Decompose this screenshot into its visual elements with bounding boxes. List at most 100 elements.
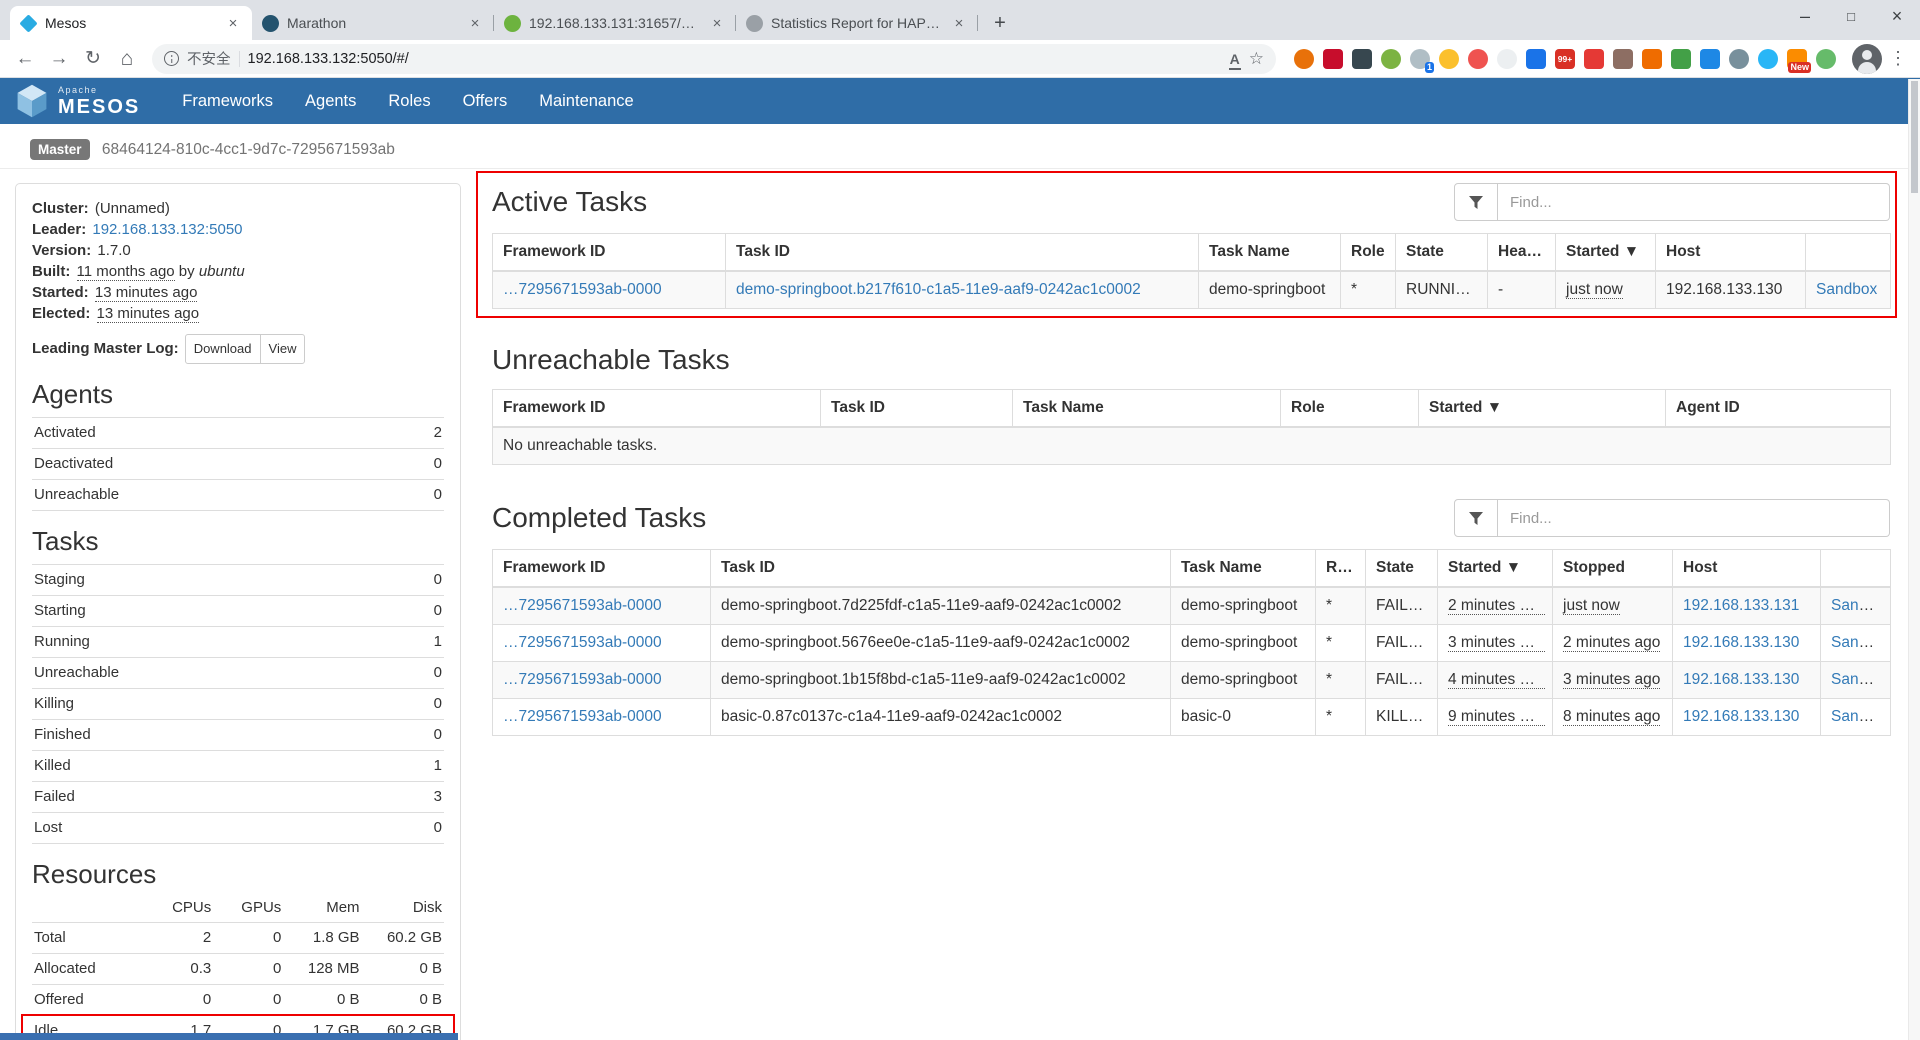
bookmark-star-icon[interactable]: [1249, 49, 1264, 69]
task-id-link[interactable]: demo-springboot.b217f610-c1a5-11e9-aaf9-…: [736, 281, 1141, 298]
nav-item-agents[interactable]: Agents: [289, 78, 372, 124]
column-header[interactable]: Role: [1281, 390, 1419, 428]
reload-button[interactable]: [78, 44, 108, 74]
extension-icon[interactable]: [1700, 49, 1720, 69]
nav-item-offers[interactable]: Offers: [447, 78, 524, 124]
adblock-plus-icon[interactable]: [1323, 49, 1343, 69]
extension-icon[interactable]: 1: [1410, 49, 1430, 69]
column-header[interactable]: Task ID: [726, 234, 1199, 272]
mesos-brand[interactable]: Apache MESOS: [14, 83, 140, 119]
column-header[interactable]: Task Name: [1171, 550, 1316, 588]
nav-item-roles[interactable]: Roles: [372, 78, 446, 124]
tab-close-icon[interactable]: [708, 14, 726, 32]
column-header-sorted[interactable]: Started ▼: [1419, 390, 1666, 428]
table-row: …7295671593ab-0000 demo-springboot.7d225…: [493, 587, 1891, 625]
browser-tab-hello[interactable]: 192.168.133.131:31657/hello: [494, 6, 736, 40]
extension-icon[interactable]: [1468, 49, 1488, 69]
framework-id-link[interactable]: …7295671593ab-0000: [503, 671, 662, 688]
host-link[interactable]: 192.168.133.130: [1683, 708, 1799, 725]
framework-id-link[interactable]: …7295671593ab-0000: [503, 281, 662, 298]
column-header[interactable]: Health: [1488, 234, 1556, 272]
framework-id-link[interactable]: …7295671593ab-0000: [503, 597, 662, 614]
site-info-icon[interactable]: [164, 51, 179, 66]
column-header[interactable]: Task ID: [711, 550, 1171, 588]
column-header-sorted[interactable]: Started ▼: [1438, 550, 1553, 588]
column-header[interactable]: Framework ID: [493, 234, 726, 272]
column-header[interactable]: Host: [1673, 550, 1821, 588]
window-close-button[interactable]: [1874, 0, 1920, 32]
log-view-button[interactable]: View: [260, 334, 306, 364]
translate-icon[interactable]: [1229, 51, 1241, 67]
filter-button[interactable]: [1454, 499, 1498, 537]
minimize-button[interactable]: [1782, 0, 1828, 32]
extension-icon[interactable]: [1497, 49, 1517, 69]
address-bar[interactable]: 不安全 192.168.133.132:5050/#/: [152, 44, 1276, 74]
browser-tab-mesos[interactable]: Mesos: [10, 6, 252, 40]
forward-button[interactable]: [44, 44, 74, 74]
extension-icon[interactable]: [1352, 49, 1372, 69]
home-button[interactable]: [112, 44, 142, 74]
extension-icon[interactable]: [1758, 49, 1778, 69]
table-row: Staging0: [32, 565, 444, 596]
host-link[interactable]: 192.168.133.131: [1683, 597, 1799, 614]
extension-icon[interactable]: [1439, 49, 1459, 69]
extension-icon[interactable]: 99+: [1555, 49, 1575, 69]
nav-item-maintenance[interactable]: Maintenance: [523, 78, 649, 124]
profile-avatar[interactable]: [1852, 44, 1882, 74]
framework-id-link[interactable]: …7295671593ab-0000: [503, 708, 662, 725]
column-header[interactable]: Agent ID: [1666, 390, 1891, 428]
scrollbar-thumb[interactable]: [1911, 81, 1918, 193]
find-input[interactable]: [1498, 183, 1890, 221]
browser-menu-icon[interactable]: [1886, 44, 1910, 74]
extension-icon[interactable]: [1642, 49, 1662, 69]
host-link[interactable]: 192.168.133.130: [1683, 634, 1799, 651]
column-header[interactable]: Role: [1341, 234, 1396, 272]
table-row: Starting0: [32, 596, 444, 627]
sandbox-link[interactable]: Sandbox: [1831, 708, 1891, 725]
sandbox-link[interactable]: Sandbox: [1831, 634, 1891, 651]
leader-link[interactable]: 192.168.133.132:5050: [92, 221, 242, 238]
column-header[interactable]: Task Name: [1199, 234, 1341, 272]
resources-gpus: 0: [213, 954, 283, 985]
extension-icon[interactable]: [1613, 49, 1633, 69]
column-header[interactable]: State: [1396, 234, 1488, 272]
extension-icon[interactable]: [1671, 49, 1691, 69]
column-header[interactable]: Framework ID: [493, 550, 711, 588]
active-tasks-section: Active Tasks Framework ID Task ID: [492, 183, 1890, 309]
column-header-sorted[interactable]: Started ▼: [1556, 234, 1656, 272]
extension-icon[interactable]: [1526, 49, 1546, 69]
column-header[interactable]: Role: [1316, 550, 1366, 588]
sandbox-link[interactable]: Sandbox: [1831, 671, 1891, 688]
maximize-button[interactable]: [1828, 0, 1874, 32]
extension-icon[interactable]: [1294, 49, 1314, 69]
column-header[interactable]: Task ID: [821, 390, 1013, 428]
nav-item-frameworks[interactable]: Frameworks: [166, 78, 289, 124]
tab-close-icon[interactable]: [950, 14, 968, 32]
column-header[interactable]: Host: [1656, 234, 1806, 272]
extension-icon[interactable]: [1816, 49, 1836, 69]
tab-close-icon[interactable]: [466, 14, 484, 32]
extension-icon[interactable]: [1381, 49, 1401, 69]
column-header[interactable]: Stopped: [1553, 550, 1673, 588]
browser-tab-marathon[interactable]: Marathon: [252, 6, 494, 40]
url-text[interactable]: 192.168.133.132:5050/#/: [248, 51, 1221, 67]
column-header[interactable]: Task Name: [1013, 390, 1281, 428]
host-link[interactable]: 192.168.133.130: [1683, 671, 1799, 688]
extension-icon[interactable]: [1729, 49, 1749, 69]
column-header[interactable]: Framework ID: [493, 390, 821, 428]
log-download-button[interactable]: Download: [185, 334, 261, 364]
new-tab-button[interactable]: [986, 9, 1014, 37]
back-button[interactable]: [10, 44, 40, 74]
sandbox-link[interactable]: Sandbox: [1816, 281, 1877, 298]
page-scrollbar[interactable]: [1908, 79, 1920, 1040]
tab-close-icon[interactable]: [224, 14, 242, 32]
find-input[interactable]: [1498, 499, 1890, 537]
extension-icon[interactable]: [1584, 49, 1604, 69]
resources-cpus: 0.3: [139, 954, 213, 985]
column-header[interactable]: State: [1366, 550, 1438, 588]
browser-tab-haproxy[interactable]: Statistics Report for HAProxy: [736, 6, 978, 40]
extension-icon[interactable]: New: [1787, 49, 1807, 69]
filter-button[interactable]: [1454, 183, 1498, 221]
framework-id-link[interactable]: …7295671593ab-0000: [503, 634, 662, 651]
sandbox-link[interactable]: Sandbox: [1831, 597, 1891, 614]
